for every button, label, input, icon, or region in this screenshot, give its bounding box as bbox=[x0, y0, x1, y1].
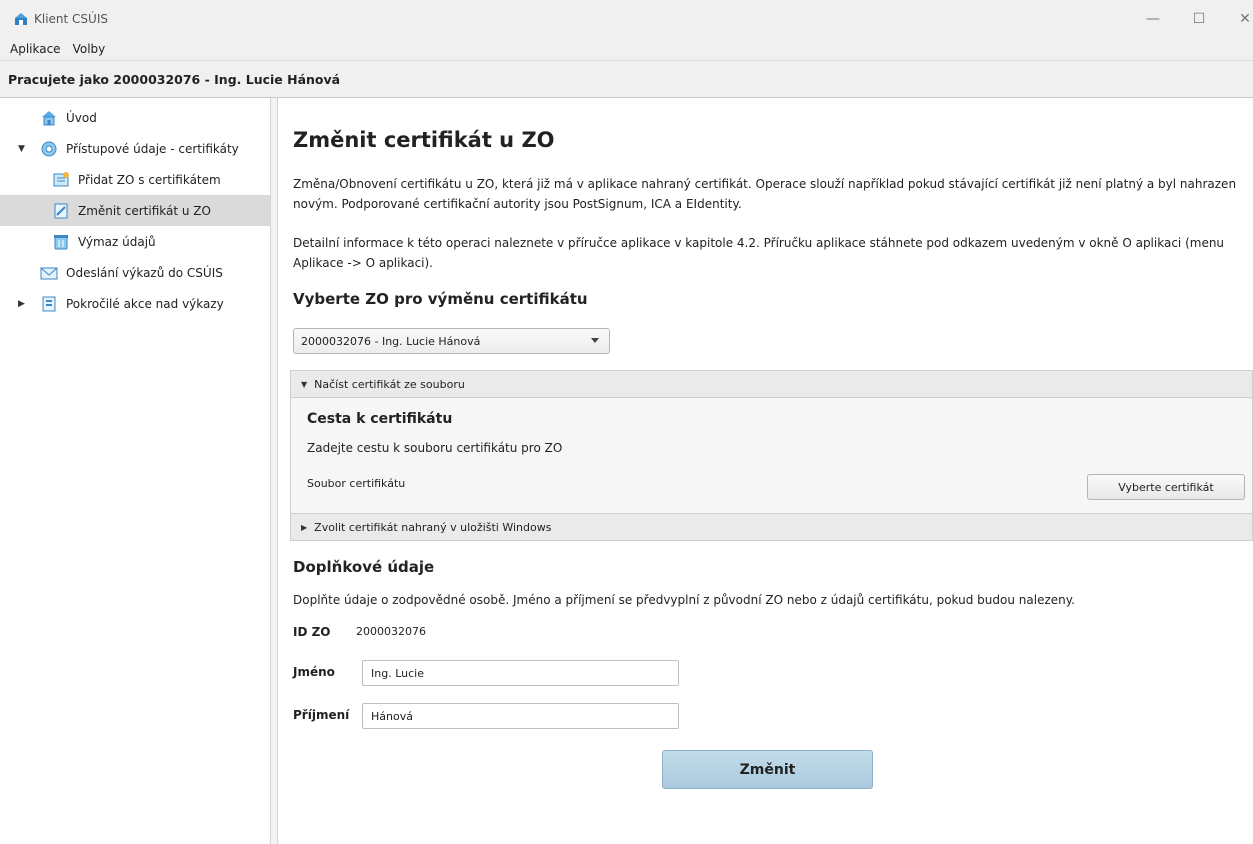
description-paragraph-2: Detailní informace k této operaci nalezn… bbox=[293, 236, 1225, 270]
title-bar: Klient CSÚIS — ☐ ✕ bbox=[0, 0, 1253, 37]
extra-info-hint: Doplňte údaje o zodpovědné osobě. Jméno … bbox=[293, 593, 1075, 607]
certificate-file-label: Soubor certifikátu bbox=[307, 477, 406, 490]
id-zo-label: ID ZO bbox=[293, 625, 331, 639]
first-name-field[interactable] bbox=[362, 660, 679, 686]
expanded-arrow-icon: ▼ bbox=[301, 379, 308, 389]
menu-aplikace[interactable]: Aplikace bbox=[10, 42, 61, 56]
last-name-field[interactable] bbox=[362, 703, 679, 729]
sidebar-item-pridat-zo[interactable]: Přidat ZO s certifikátem bbox=[0, 164, 270, 195]
collapsed-arrow-icon[interactable]: ▶ bbox=[18, 299, 28, 309]
certificate-icon bbox=[41, 141, 57, 156]
app-icon bbox=[15, 12, 27, 25]
add-document-icon bbox=[53, 171, 69, 186]
change-button[interactable]: Změnit bbox=[662, 750, 873, 789]
choose-certificate-button[interactable]: Vyberte certifikát bbox=[1087, 474, 1245, 500]
envelope-icon bbox=[40, 267, 58, 279]
close-button[interactable]: ✕ bbox=[1222, 0, 1253, 37]
sidebar-item-pristupove-udaje[interactable]: ▼ Přístupové údaje - certifikáty bbox=[0, 133, 270, 164]
pane-windows-header[interactable]: ▶ Zvolit certifikát nahraný v uložišti W… bbox=[290, 513, 1253, 541]
pane-file-body: Cesta k certifikátu Zadejte cestu k soub… bbox=[290, 398, 1253, 513]
certificate-path-title: Cesta k certifikátu bbox=[307, 411, 453, 427]
window-title: Klient CSÚIS bbox=[34, 11, 108, 26]
zo-select-value: 2000032076 - Ing. Lucie Hánová bbox=[301, 334, 481, 348]
chevron-down-icon bbox=[591, 338, 599, 343]
main-content: Změnit certifikát u ZO Změna/Obnovení ce… bbox=[278, 98, 1253, 844]
menu-volby[interactable]: Volby bbox=[73, 42, 106, 56]
id-zo-value: 2000032076 bbox=[356, 625, 426, 638]
delete-data-icon bbox=[54, 234, 68, 249]
sidebar-item-pokrocile-akce[interactable]: ▶ Pokročilé akce nad výkazy bbox=[0, 288, 270, 319]
sidebar-item-zmenit-certifikat[interactable]: Změnit certifikát u ZO bbox=[0, 195, 270, 226]
navigation-tree: Úvod ▼ Přístupové údaje - certifikáty Př… bbox=[0, 98, 270, 844]
last-name-label: Příjmení bbox=[293, 708, 350, 722]
edit-document-icon bbox=[54, 203, 68, 218]
advanced-reports-icon bbox=[42, 296, 56, 311]
collapsed-arrow-icon: ▶ bbox=[301, 522, 308, 532]
select-zo-heading: Vyberte ZO pro výměnu certifikátu bbox=[293, 290, 588, 308]
maximize-button[interactable]: ☐ bbox=[1176, 0, 1222, 37]
split-pane-divider[interactable] bbox=[270, 98, 278, 844]
sidebar-item-odeslani-vykazu[interactable]: Odeslání výkazů do CSÚIS bbox=[0, 257, 270, 288]
first-name-label: Jméno bbox=[293, 665, 335, 679]
pane-file-header[interactable]: ▼ Načíst certifikát ze souboru bbox=[290, 370, 1253, 398]
menu-bar: Aplikace Volby bbox=[0, 37, 1253, 61]
sidebar-item-uvod[interactable]: Úvod bbox=[0, 102, 270, 133]
minimize-button[interactable]: — bbox=[1130, 0, 1176, 37]
current-user-bar: Pracujete jako 2000032076 - Ing. Lucie H… bbox=[0, 61, 1253, 98]
description-paragraph-1: Změna/Obnovení certifikátu u ZO, která j… bbox=[293, 177, 1237, 211]
zo-select-dropdown[interactable]: 2000032076 - Ing. Lucie Hánová bbox=[293, 328, 610, 354]
expanded-arrow-icon[interactable]: ▼ bbox=[18, 144, 28, 154]
page-title: Změnit certifikát u ZO bbox=[293, 128, 555, 152]
home-icon bbox=[42, 110, 56, 125]
sidebar-item-vymaz-udaju[interactable]: Výmaz údajů bbox=[0, 226, 270, 257]
extra-info-heading: Doplňkové údaje bbox=[293, 558, 435, 576]
certificate-path-hint: Zadejte cestu k souboru certifikátu pro … bbox=[307, 441, 563, 455]
